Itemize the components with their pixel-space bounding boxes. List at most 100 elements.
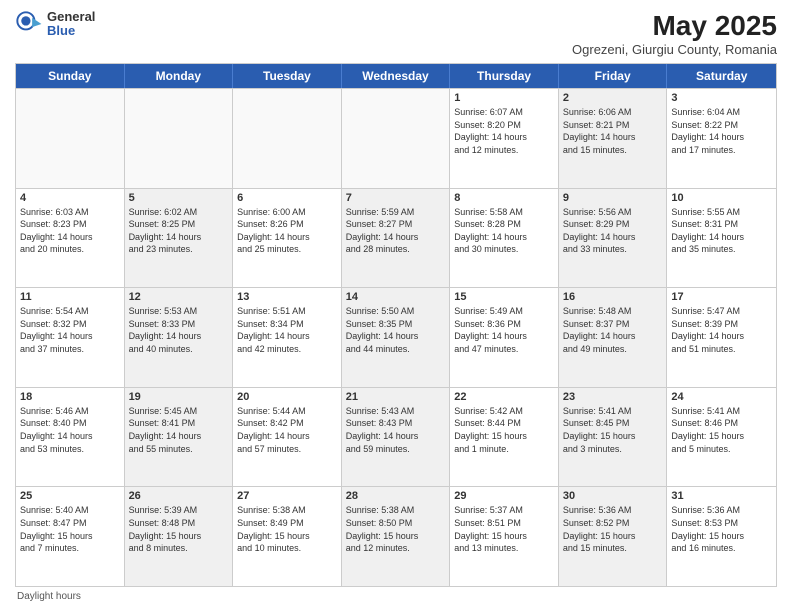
day-number: 25	[20, 490, 120, 502]
cell-info: Sunrise: 5:58 AM Sunset: 8:28 PM Dayligh…	[454, 206, 554, 256]
logo-general: General	[47, 10, 95, 24]
cell-info: Sunrise: 5:41 AM Sunset: 8:45 PM Dayligh…	[563, 405, 663, 455]
day-of-week-monday: Monday	[125, 64, 234, 88]
cell-info: Sunrise: 5:50 AM Sunset: 8:35 PM Dayligh…	[346, 305, 446, 355]
day-of-week-friday: Friday	[559, 64, 668, 88]
calendar-cell-21: 21 Sunrise: 5:43 AM Sunset: 8:43 PM Dayli…	[342, 388, 451, 487]
cell-info: Sunrise: 6:07 AM Sunset: 8:20 PM Dayligh…	[454, 106, 554, 156]
location: Ogrezeni, Giurgiu County, Romania	[572, 42, 777, 57]
day-number: 2	[563, 92, 663, 104]
calendar-row-4: 25 Sunrise: 5:40 AM Sunset: 8:47 PM Dayli…	[16, 486, 776, 586]
cell-info: Sunrise: 5:48 AM Sunset: 8:37 PM Dayligh…	[563, 305, 663, 355]
calendar-cell-28: 28Sunrise: 5:38 AM Sunset: 8:50 PM Dayli…	[342, 487, 451, 586]
day-number: 3	[671, 92, 772, 104]
cell-info: Sunrise: 5:54 AM Sunset: 8:32 PM Dayligh…	[20, 305, 120, 355]
title-block: May 2025 Ogrezeni, Giurgiu County, Roman…	[572, 10, 777, 57]
day-of-week-tuesday: Tuesday	[233, 64, 342, 88]
calendar-cell-20: 20Sunrise: 5:44 AM Sunset: 8:42 PM Dayli…	[233, 388, 342, 487]
cell-info: Sunrise: 5:49 AM Sunset: 8:36 PM Dayligh…	[454, 305, 554, 355]
day-number: 18	[20, 391, 120, 403]
calendar-cell-23: 23Sunrise: 5:41 AM Sunset: 8:45 PM Dayli…	[559, 388, 668, 487]
logo-icon	[15, 10, 43, 38]
cell-info: Sunrise: 5:55 AM Sunset: 8:31 PM Dayligh…	[671, 206, 772, 256]
calendar-cell-9: 9 Sunrise: 5:56 AM Sunset: 8:29 PM Daylig…	[559, 189, 668, 288]
calendar-cell-2: 2 Sunrise: 6:06 AM Sunset: 8:21 PM Daylig…	[559, 89, 668, 188]
cell-info: Sunrise: 5:42 AM Sunset: 8:44 PM Dayligh…	[454, 405, 554, 455]
calendar-cell-16: 16 Sunrise: 5:48 AM Sunset: 8:37 PM Dayli…	[559, 288, 668, 387]
day-number: 9	[563, 192, 663, 204]
calendar-cell-19: 19Sunrise: 5:45 AM Sunset: 8:41 PM Dayli…	[125, 388, 234, 487]
calendar-page: General Blue May 2025 Ogrezeni, Giurgiu …	[0, 0, 792, 612]
calendar-cell-empty	[125, 89, 234, 188]
day-number: 12	[129, 291, 229, 303]
day-number: 5	[129, 192, 229, 204]
day-number: 6	[237, 192, 337, 204]
calendar-row-1: 4Sunrise: 6:03 AM Sunset: 8:23 PM Daylig…	[16, 188, 776, 288]
calendar-cell-26: 26Sunrise: 5:39 AM Sunset: 8:48 PM Dayli…	[125, 487, 234, 586]
cell-info: Sunrise: 5:56 AM Sunset: 8:29 PM Dayligh…	[563, 206, 663, 256]
calendar-cell-29: 29 Sunrise: 5:37 AM Sunset: 8:51 PM Dayli…	[450, 487, 559, 586]
day-number: 31	[671, 490, 772, 502]
day-number: 15	[454, 291, 554, 303]
page-header: General Blue May 2025 Ogrezeni, Giurgiu …	[15, 10, 777, 57]
calendar: SundayMondayTuesdayWednesdayThursdayFrid…	[15, 63, 777, 587]
day-number: 30	[563, 490, 663, 502]
day-number: 7	[346, 192, 446, 204]
calendar-cell-25: 25 Sunrise: 5:40 AM Sunset: 8:47 PM Dayli…	[16, 487, 125, 586]
calendar-cell-13: 13 Sunrise: 5:51 AM Sunset: 8:34 PM Dayli…	[233, 288, 342, 387]
calendar-cell-3: 3 Sunrise: 6:04 AM Sunset: 8:22 PM Daylig…	[667, 89, 776, 188]
day-of-week-wednesday: Wednesday	[342, 64, 451, 88]
day-number: 27	[237, 490, 337, 502]
calendar-cell-1: 1 Sunrise: 6:07 AM Sunset: 8:20 PM Daylig…	[450, 89, 559, 188]
calendar-row-0: 1 Sunrise: 6:07 AM Sunset: 8:20 PM Daylig…	[16, 88, 776, 188]
cell-info: Sunrise: 5:40 AM Sunset: 8:47 PM Dayligh…	[20, 504, 120, 554]
day-of-week-sunday: Sunday	[16, 64, 125, 88]
cell-info: Sunrise: 5:43 AM Sunset: 8:43 PM Dayligh…	[346, 405, 446, 455]
logo: General Blue	[15, 10, 95, 39]
calendar-header: SundayMondayTuesdayWednesdayThursdayFrid…	[16, 64, 776, 88]
day-number: 14	[346, 291, 446, 303]
cell-info: Sunrise: 5:47 AM Sunset: 8:39 PM Dayligh…	[671, 305, 772, 355]
day-number: 16	[563, 291, 663, 303]
calendar-cell-22: 22 Sunrise: 5:42 AM Sunset: 8:44 PM Dayli…	[450, 388, 559, 487]
day-number: 17	[671, 291, 772, 303]
cell-info: Sunrise: 5:51 AM Sunset: 8:34 PM Dayligh…	[237, 305, 337, 355]
day-number: 22	[454, 391, 554, 403]
calendar-cell-18: 18Sunrise: 5:46 AM Sunset: 8:40 PM Dayli…	[16, 388, 125, 487]
calendar-row-3: 18Sunrise: 5:46 AM Sunset: 8:40 PM Dayli…	[16, 387, 776, 487]
calendar-cell-15: 15 Sunrise: 5:49 AM Sunset: 8:36 PM Dayli…	[450, 288, 559, 387]
day-number: 13	[237, 291, 337, 303]
calendar-cell-empty	[16, 89, 125, 188]
cell-info: Sunrise: 5:45 AM Sunset: 8:41 PM Dayligh…	[129, 405, 229, 455]
cell-info: Sunrise: 6:02 AM Sunset: 8:25 PM Dayligh…	[129, 206, 229, 256]
calendar-cell-6: 6Sunrise: 6:00 AM Sunset: 8:26 PM Daylig…	[233, 189, 342, 288]
day-number: 21	[346, 391, 446, 403]
month-title: May 2025	[572, 10, 777, 42]
cell-info: Sunrise: 6:06 AM Sunset: 8:21 PM Dayligh…	[563, 106, 663, 156]
day-number: 8	[454, 192, 554, 204]
calendar-cell-5: 5 Sunrise: 6:02 AM Sunset: 8:25 PM Daylig…	[125, 189, 234, 288]
cell-info: Sunrise: 5:36 AM Sunset: 8:52 PM Dayligh…	[563, 504, 663, 554]
cell-info: Sunrise: 5:37 AM Sunset: 8:51 PM Dayligh…	[454, 504, 554, 554]
day-number: 20	[237, 391, 337, 403]
calendar-cell-31: 31Sunrise: 5:36 AM Sunset: 8:53 PM Dayli…	[667, 487, 776, 586]
day-number: 28	[346, 490, 446, 502]
calendar-cell-14: 14 Sunrise: 5:50 AM Sunset: 8:35 PM Dayli…	[342, 288, 451, 387]
calendar-cell-8: 8 Sunrise: 5:58 AM Sunset: 8:28 PM Daylig…	[450, 189, 559, 288]
calendar-cell-27: 27Sunrise: 5:38 AM Sunset: 8:49 PM Dayli…	[233, 487, 342, 586]
cell-info: Sunrise: 5:39 AM Sunset: 8:48 PM Dayligh…	[129, 504, 229, 554]
calendar-cell-7: 7 Sunrise: 5:59 AM Sunset: 8:27 PM Daylig…	[342, 189, 451, 288]
day-number: 1	[454, 92, 554, 104]
day-of-week-saturday: Saturday	[667, 64, 776, 88]
cell-info: Sunrise: 5:41 AM Sunset: 8:46 PM Dayligh…	[671, 405, 772, 455]
day-number: 4	[20, 192, 120, 204]
calendar-cell-30: 30 Sunrise: 5:36 AM Sunset: 8:52 PM Dayli…	[559, 487, 668, 586]
calendar-cell-11: 11 Sunrise: 5:54 AM Sunset: 8:32 PM Dayli…	[16, 288, 125, 387]
calendar-cell-12: 12Sunrise: 5:53 AM Sunset: 8:33 PM Dayli…	[125, 288, 234, 387]
day-number: 29	[454, 490, 554, 502]
logo-text: General Blue	[47, 10, 95, 39]
cell-info: Sunrise: 6:04 AM Sunset: 8:22 PM Dayligh…	[671, 106, 772, 156]
day-number: 11	[20, 291, 120, 303]
calendar-cell-24: 24Sunrise: 5:41 AM Sunset: 8:46 PM Dayli…	[667, 388, 776, 487]
cell-info: Sunrise: 5:59 AM Sunset: 8:27 PM Dayligh…	[346, 206, 446, 256]
